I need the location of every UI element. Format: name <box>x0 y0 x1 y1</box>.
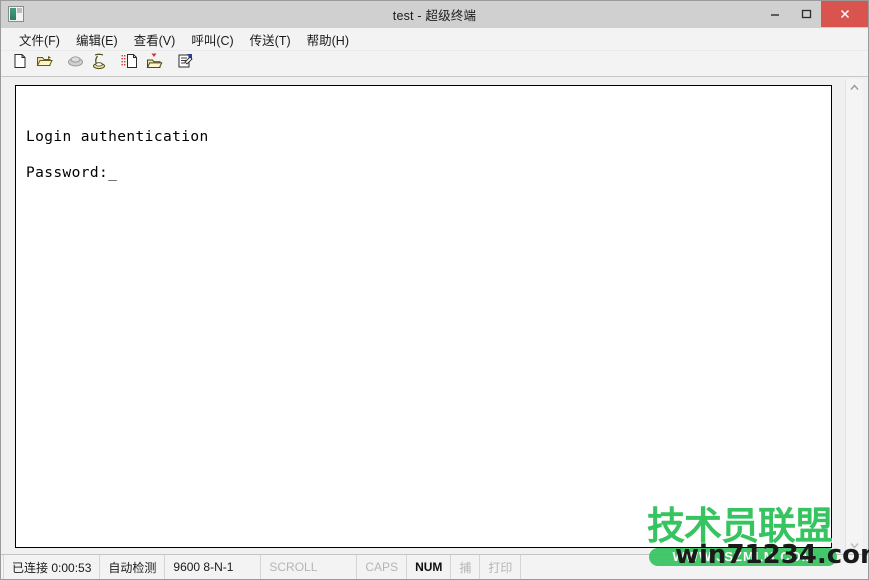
send-file-button[interactable] <box>143 53 165 74</box>
client-area: Login authentication Password:_ <box>1 77 868 556</box>
status-baud: 9600 8-N-1 <box>165 555 262 579</box>
menu-bar: 文件(F) 编辑(E) 查看(V) 呼叫(C) 传送(T) 帮助(H) <box>1 28 868 51</box>
new-connection-button[interactable] <box>9 53 31 74</box>
menu-transfer[interactable]: 传送(T) <box>242 28 299 51</box>
menu-help[interactable]: 帮助(H) <box>299 28 357 51</box>
send-file-icon <box>146 53 163 75</box>
status-capture: 捕 <box>451 555 481 579</box>
new-document-icon <box>12 53 28 74</box>
receive-file-icon <box>121 53 139 74</box>
terminal-line-password: Password:_ <box>26 165 118 181</box>
vertical-scrollbar[interactable] <box>845 79 863 554</box>
menu-call[interactable]: 呼叫(C) <box>183 28 241 51</box>
scroll-track[interactable] <box>846 96 863 537</box>
status-bar: 已连接 0:00:53 自动检测 9600 8-N-1 SCROLL CAPS … <box>1 554 868 579</box>
toolbar <box>1 51 868 77</box>
maximize-button[interactable] <box>790 1 821 27</box>
telephone-disconnect-icon <box>67 54 84 73</box>
window-title: test - 超级终端 <box>392 8 477 23</box>
menu-edit[interactable]: 编辑(E) <box>68 28 126 51</box>
minimize-button[interactable] <box>759 1 790 27</box>
title-bar[interactable]: test - 超级终端 <box>1 1 868 28</box>
status-caps: CAPS <box>357 555 408 579</box>
hyperterminal-window: test - 超级终端 文件(F) 编辑(E) 查看(V) 呼叫(C) 传送(T… <box>0 0 869 580</box>
call-button[interactable] <box>88 53 110 74</box>
status-scroll: SCROLL <box>261 555 358 579</box>
terminal-line-login: Login authentication <box>26 129 209 145</box>
toolbar-separator <box>57 53 64 74</box>
open-connection-button[interactable] <box>33 53 55 74</box>
status-detect: 自动检测 <box>100 555 166 579</box>
status-num: NUM <box>407 555 452 579</box>
properties-button[interactable] <box>174 53 196 74</box>
terminal-screen[interactable]: Login authentication Password:_ <box>15 85 832 548</box>
hyperterminal-icon <box>8 6 24 22</box>
menu-file[interactable]: 文件(F) <box>11 28 68 51</box>
toolbar-separator <box>167 53 174 74</box>
status-print: 打印 <box>480 555 522 579</box>
scroll-down-button[interactable] <box>846 537 863 554</box>
scroll-up-button[interactable] <box>846 79 863 96</box>
properties-icon <box>177 53 194 74</box>
receive-file-button[interactable] <box>119 53 141 74</box>
toolbar-separator <box>112 53 119 74</box>
close-button[interactable] <box>821 1 868 27</box>
status-connection: 已连接 0:00:53 <box>3 555 101 579</box>
open-folder-icon <box>36 53 53 74</box>
disconnect-button <box>64 53 86 74</box>
window-controls <box>759 1 868 27</box>
terminal-output: Login authentication Password:_ <box>16 86 831 182</box>
telephone-call-icon <box>91 53 107 75</box>
menu-view[interactable]: 查看(V) <box>126 28 184 51</box>
